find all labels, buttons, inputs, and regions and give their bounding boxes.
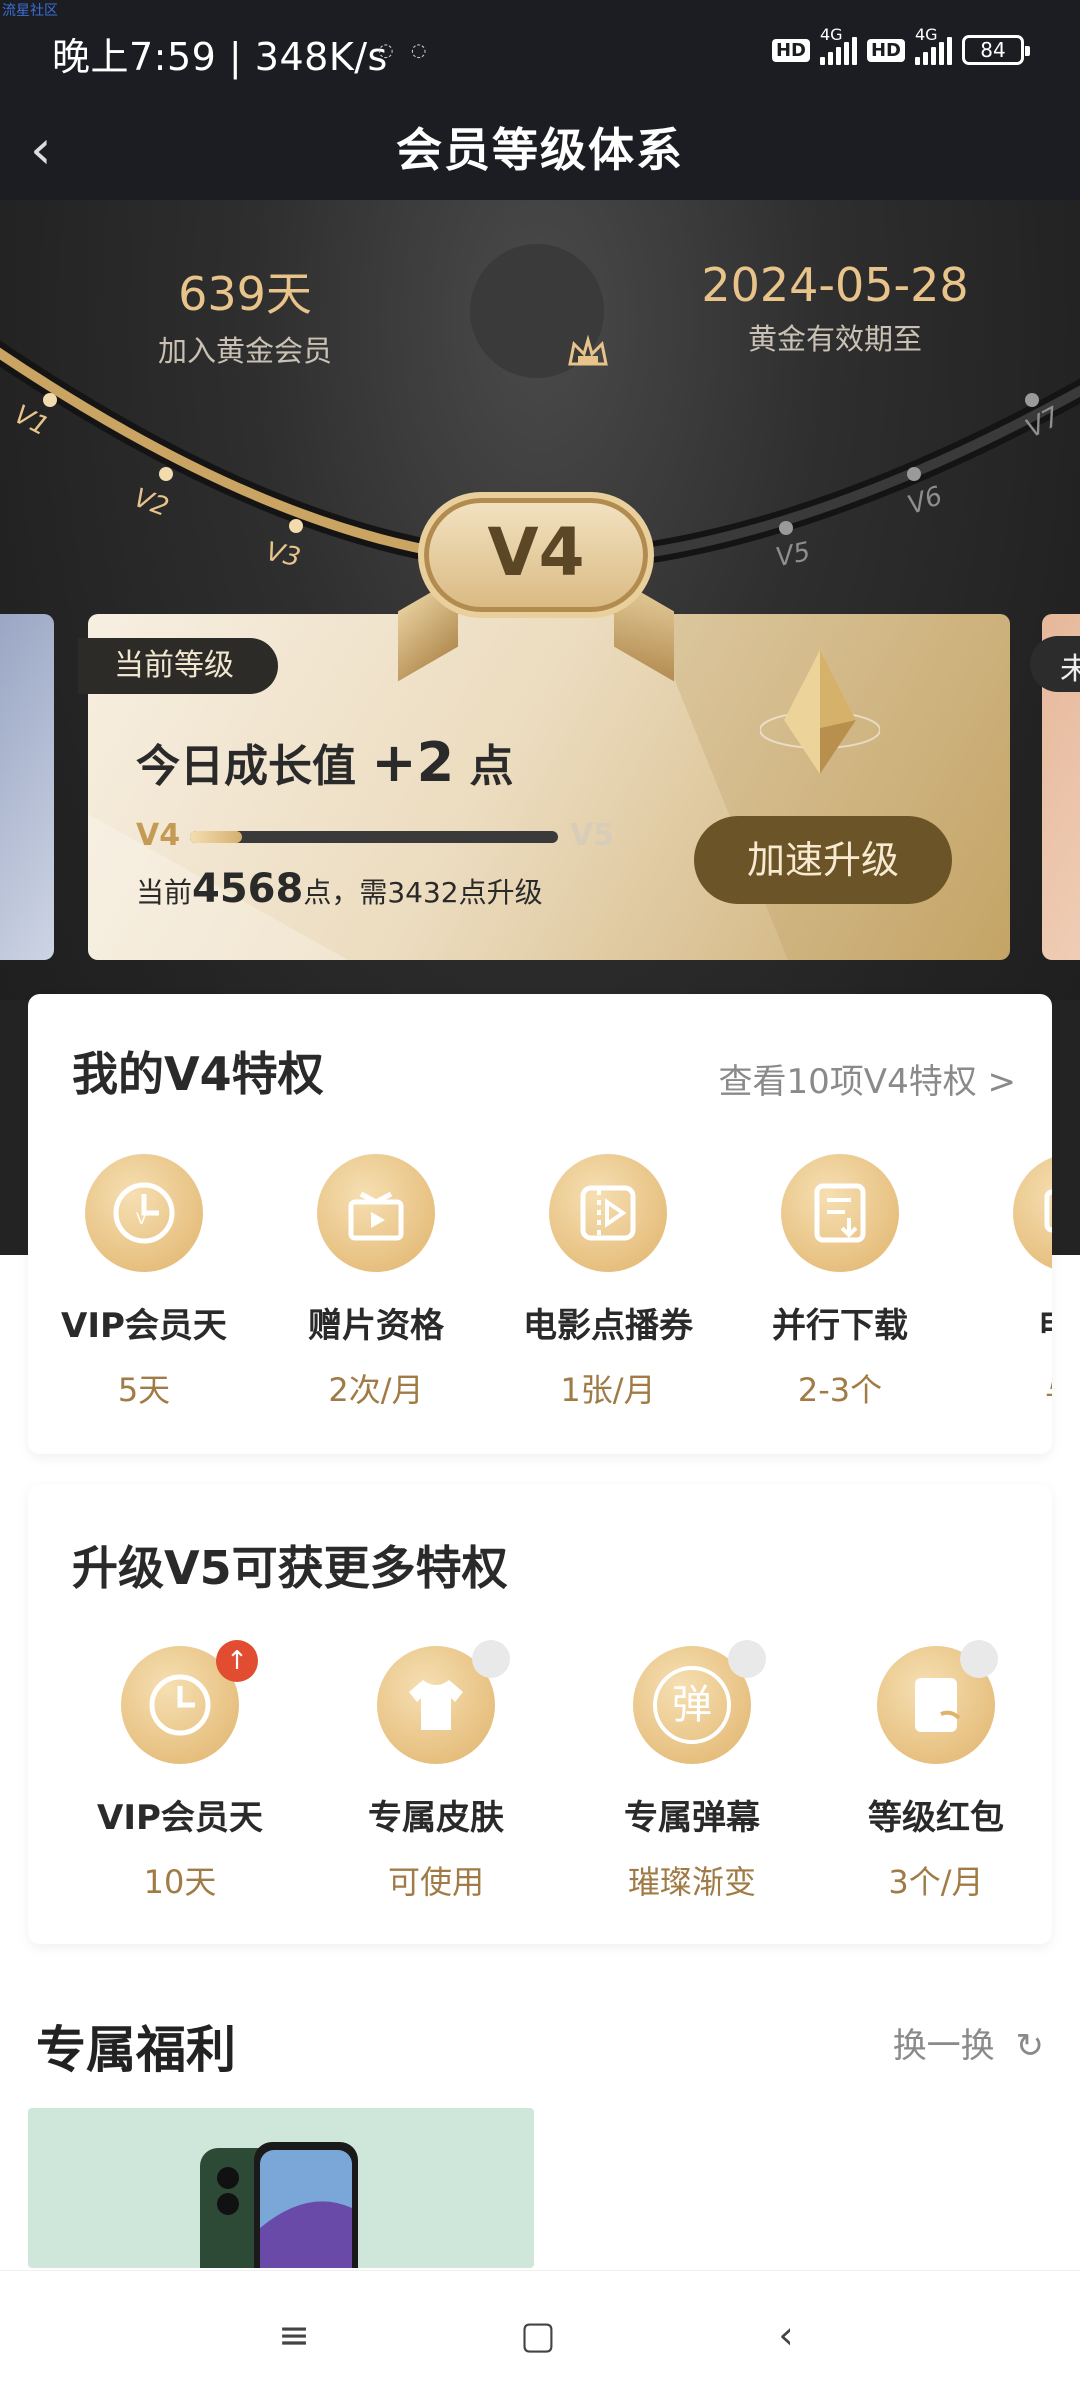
upgrade-arrow-icon: ↑ [216,1640,258,1682]
system-navigation-bar: ≡ ▢ ‹ [0,2270,1080,2400]
growth-unit: 点 [469,741,514,792]
level-dot-v1 [43,393,57,407]
battery-icon: 84 [962,35,1030,65]
privilege-item[interactable]: 电视 与V [956,1154,1052,1411]
hd-icon: HD [771,38,810,62]
progress-track [190,831,558,843]
welfare-product-image[interactable] [28,2108,534,2268]
refresh-icon: ↻ [1015,2026,1045,2066]
nav-bar: ‹ 会员等级体系 [0,100,1080,200]
privilege-item[interactable]: 赠片资格 2次/月 [260,1154,492,1411]
tv-icon [1013,1154,1052,1272]
progress-to-label: V5 [570,818,615,853]
my-privileges-panel: 我的V4特权 查看10项V4特权 > V VIP会员天 5天 赠片资格 2次/月 [28,994,1052,1454]
welfare-title: 专属福利 [36,2021,236,2079]
progress-from-label: V4 [136,818,181,853]
menu-icon[interactable]: ≡ [264,2313,324,2363]
privilege-item[interactable]: V VIP会员天 5天 [28,1154,260,1411]
privilege-item[interactable]: 等级红包 3个/月 [820,1640,1052,1903]
prev-level-card[interactable] [0,614,54,960]
current-level-badge-text: V4 [487,514,585,591]
status-time: 晚上7:59 | 348K/s [52,35,388,79]
download-icon [781,1154,899,1272]
my-privileges-title: 我的V4特权 [72,1047,324,1101]
points-value: 4568 [192,866,304,912]
growth-today: 今日成长值 +2 点 [136,730,513,794]
lock-icon [960,1640,998,1678]
diamond-icon [760,650,880,774]
status-bar: 晚上7:59 | 348K/s ◌ ◌ HD 4G HD 4G 84 [0,0,1080,100]
refresh-button[interactable]: 换一换 ↻ [893,2018,1044,2067]
boost-upgrade-button[interactable]: 加速升级 [694,816,952,904]
signal-icon: 4G [819,25,857,65]
clock-icon: V [85,1154,203,1272]
current-level-tag: 当前等级 [78,638,278,694]
upgrade-privileges-title: 升级V5可获更多特权 [72,1541,508,1595]
privilege-item[interactable]: ↑ VIP会员天 10天 [52,1640,308,1903]
view-all-privileges-link[interactable]: 查看10项V4特权 > [719,1054,1016,1103]
watermark: 流星社区 [2,3,58,19]
current-level-badge: V4 [418,492,654,618]
level-dot-v5 [779,521,793,535]
next-level-tag: 未 [1030,636,1080,692]
level-dot-v2 [159,467,173,481]
lock-icon [728,1640,766,1678]
svg-text:V: V [136,1209,147,1228]
membership-level-page: 晚上7:59 | 348K/s ◌ ◌ HD 4G HD 4G 84 流星社区 … [0,0,1080,2400]
level-dot-v6 [907,467,921,481]
gift-icon [317,1154,435,1272]
status-notification-icons: ◌ ◌ [378,40,427,61]
privilege-item[interactable]: 电影点播券 1张/月 [492,1154,724,1411]
hd-icon: HD [866,38,905,62]
progress-fill [190,831,242,843]
privilege-item[interactable]: 并行下载 2-3个 [724,1154,956,1411]
lock-icon [472,1640,510,1678]
level-progress: V4 V5 [136,818,616,858]
ticket-icon [549,1154,667,1272]
level-dot-v7 [1025,393,1039,407]
upgrade-privileges-panel: 升级V5可获更多特权 ↑ VIP会员天 10天 专属皮肤 可使用 弹 专属弹幕 … [28,1484,1052,1944]
growth-value: +2 [371,731,455,794]
level-dot-v3 [289,519,303,533]
signal-icon: 4G [915,25,952,65]
back-nav-icon[interactable]: ‹ [756,2313,816,2363]
growth-prefix: 今日成长值 [136,741,356,792]
refresh-label: 换一换 [892,2026,995,2066]
privilege-item[interactable]: 弹 专属弹幕 璀璨渐变 [564,1640,820,1903]
privilege-item[interactable]: 专属皮肤 可使用 [308,1640,564,1903]
phone-product-image [200,2142,358,2268]
points-summary: 当前4568点，需3432点升级 [136,866,543,912]
page-title: 会员等级体系 [396,123,684,177]
home-icon[interactable]: ▢ [508,2313,568,2363]
